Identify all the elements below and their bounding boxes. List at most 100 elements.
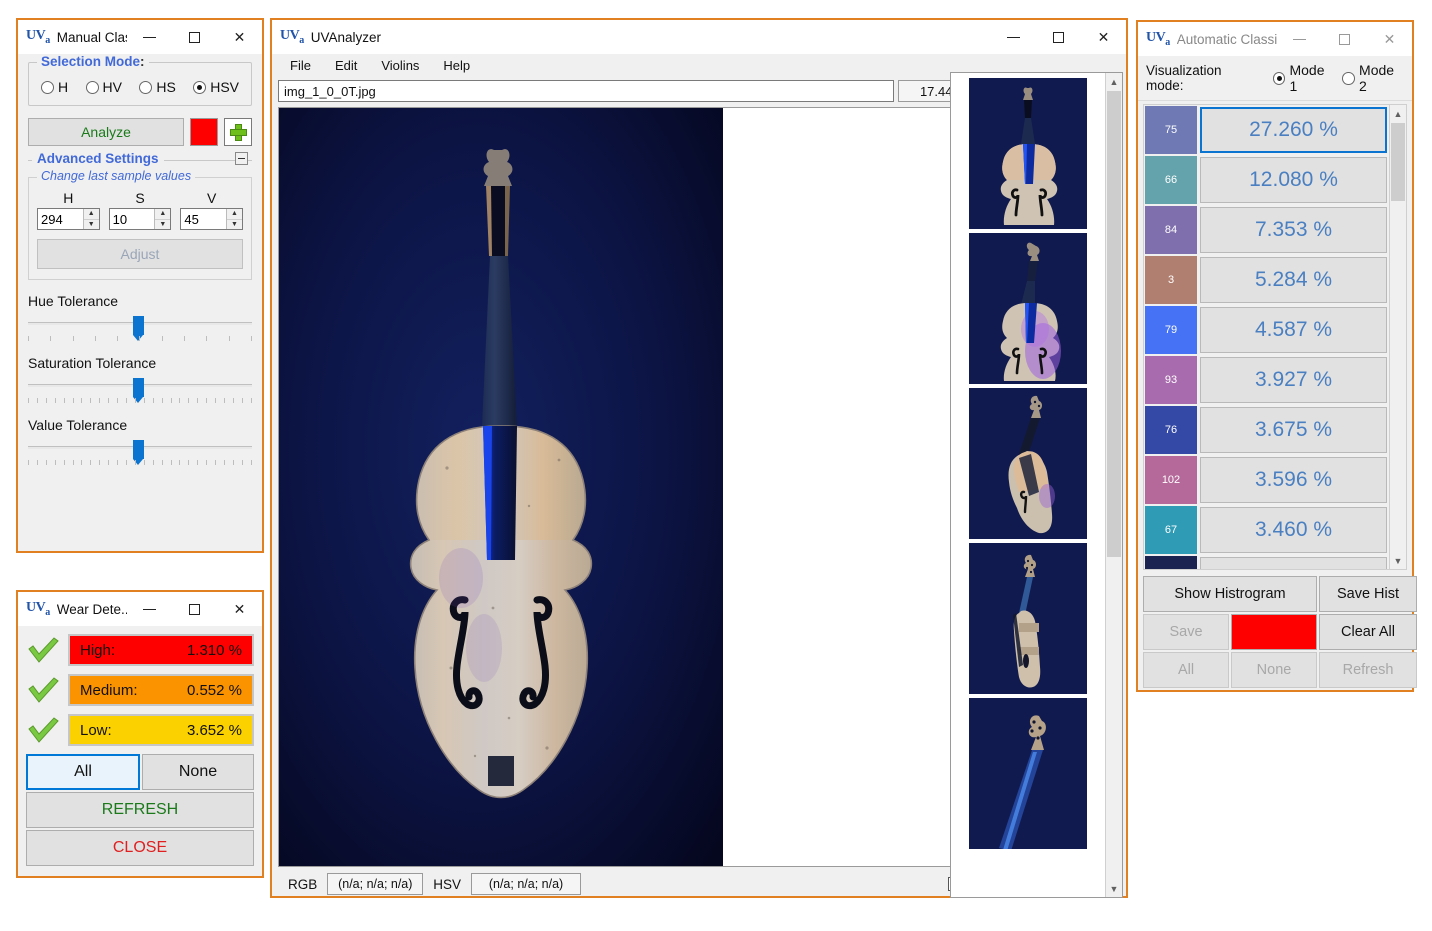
value-stepper[interactable]: ▲▼ bbox=[180, 208, 244, 230]
filename-field[interactable]: img_1_0_0T.jpg bbox=[278, 80, 894, 102]
class-color-swatch[interactable]: 67 bbox=[1145, 506, 1197, 554]
maximize-button[interactable] bbox=[172, 20, 217, 54]
classification-row[interactable]: 75 27.260 % bbox=[1144, 105, 1389, 155]
maximize-button[interactable] bbox=[1036, 20, 1081, 54]
close-button[interactable]: ✕ bbox=[1081, 20, 1126, 54]
radio-hv[interactable]: HV bbox=[85, 79, 122, 95]
scroll-thumb[interactable] bbox=[1391, 123, 1405, 201]
radio-mode-1[interactable]: Mode 1 bbox=[1272, 62, 1335, 94]
thumbnail-panel[interactable]: ▲ ▼ bbox=[950, 72, 1123, 898]
hue-tolerance-slider[interactable] bbox=[28, 316, 252, 342]
show-histogram-button[interactable]: Show Histrogram bbox=[1143, 576, 1317, 612]
class-percentage[interactable]: 4.587 % bbox=[1200, 307, 1387, 353]
class-color-swatch[interactable]: 66 bbox=[1145, 156, 1197, 204]
class-percentage[interactable]: 12.080 % bbox=[1200, 157, 1387, 203]
save-hist-button[interactable]: Save Hist bbox=[1319, 576, 1417, 612]
slider-thumb[interactable] bbox=[133, 378, 145, 403]
classification-row[interactable]: 102 3.596 % bbox=[1144, 455, 1389, 505]
class-percentage[interactable] bbox=[1200, 557, 1387, 569]
wear-bar-low[interactable]: Low: 3.652 % bbox=[68, 714, 254, 746]
minimize-button[interactable] bbox=[991, 20, 1036, 54]
classification-row[interactable]: 84 7.353 % bbox=[1144, 205, 1389, 255]
class-color-swatch[interactable]: 75 bbox=[1145, 106, 1197, 154]
checkmark-icon[interactable] bbox=[26, 675, 60, 705]
thumbnail-violin-front[interactable] bbox=[968, 77, 1088, 230]
menu-violins[interactable]: Violins bbox=[381, 58, 419, 73]
classification-row[interactable]: 79 4.587 % bbox=[1144, 305, 1389, 355]
class-color-swatch[interactable]: 93 bbox=[1145, 356, 1197, 404]
current-color-swatch[interactable] bbox=[190, 118, 218, 146]
menu-edit[interactable]: Edit bbox=[335, 58, 357, 73]
classification-row[interactable] bbox=[1144, 555, 1389, 569]
analyze-button[interactable]: Analyze bbox=[28, 118, 184, 146]
value-input[interactable] bbox=[181, 209, 227, 229]
close-button[interactable]: ✕ bbox=[217, 20, 262, 54]
checkmark-icon[interactable] bbox=[26, 715, 60, 745]
scroll-thumb[interactable] bbox=[1107, 91, 1121, 557]
select-all-button[interactable]: All bbox=[1143, 652, 1229, 688]
scroll-up-icon[interactable]: ▲ bbox=[1390, 105, 1406, 122]
class-percentage[interactable]: 3.675 % bbox=[1200, 407, 1387, 453]
classification-row[interactable]: 66 12.080 % bbox=[1144, 155, 1389, 205]
radio-hsv[interactable]: HSV bbox=[193, 79, 239, 95]
thumbnail-violin-side[interactable] bbox=[968, 542, 1088, 695]
class-color-swatch[interactable]: 3 bbox=[1145, 256, 1197, 304]
class-color-swatch[interactable]: 79 bbox=[1145, 306, 1197, 354]
scroll-down-icon[interactable]: ▼ bbox=[1106, 880, 1122, 897]
class-percentage[interactable]: 27.260 % bbox=[1200, 107, 1387, 153]
class-percentage[interactable]: 3.927 % bbox=[1200, 357, 1387, 403]
checkmark-icon[interactable] bbox=[26, 635, 60, 665]
saturation-stepper[interactable]: ▲▼ bbox=[108, 208, 172, 230]
close-button[interactable]: ✕ bbox=[217, 592, 262, 626]
class-percentage[interactable]: 5.284 % bbox=[1200, 257, 1387, 303]
violin-image[interactable] bbox=[279, 108, 723, 866]
close-wear-button[interactable]: CLOSE bbox=[26, 830, 254, 866]
classification-vertical-scrollbar[interactable]: ▲ ▼ bbox=[1389, 105, 1406, 569]
class-color-swatch[interactable]: 84 bbox=[1145, 206, 1197, 254]
wear-bar-medium[interactable]: Medium: 0.552 % bbox=[68, 674, 254, 706]
thumbnail-violin-front-glow[interactable] bbox=[968, 232, 1088, 385]
class-color-swatch[interactable]: 76 bbox=[1145, 406, 1197, 454]
class-percentage[interactable]: 7.353 % bbox=[1200, 207, 1387, 253]
minimize-button[interactable] bbox=[127, 20, 172, 54]
minimize-button[interactable] bbox=[127, 592, 172, 626]
slider-thumb[interactable] bbox=[133, 440, 145, 465]
saturation-input[interactable] bbox=[109, 209, 155, 229]
close-button[interactable]: ✕ bbox=[1367, 22, 1412, 56]
select-all-button[interactable]: All bbox=[26, 754, 140, 790]
value-tolerance-slider[interactable] bbox=[28, 440, 252, 466]
classification-row[interactable]: 67 3.460 % bbox=[1144, 505, 1389, 555]
saturation-spin-buttons[interactable]: ▲ ▼ bbox=[154, 209, 171, 229]
classification-row[interactable]: 93 3.927 % bbox=[1144, 355, 1389, 405]
value-spin-buttons[interactable]: ▲ ▼ bbox=[226, 209, 243, 229]
class-percentage[interactable]: 3.596 % bbox=[1200, 457, 1387, 503]
thumbnail-violin-angled[interactable] bbox=[968, 387, 1088, 540]
select-none-button[interactable]: None bbox=[1231, 652, 1317, 688]
class-color-swatch[interactable] bbox=[1145, 556, 1197, 569]
radio-mode-2[interactable]: Mode 2 bbox=[1342, 62, 1404, 94]
save-button[interactable]: Save bbox=[1143, 614, 1229, 650]
scroll-down-icon[interactable]: ▼ bbox=[1390, 552, 1406, 569]
class-color-swatch[interactable]: 102 bbox=[1145, 456, 1197, 504]
classification-row[interactable]: 3 5.284 % bbox=[1144, 255, 1389, 305]
hue-input[interactable] bbox=[38, 209, 83, 229]
slider-thumb[interactable] bbox=[133, 316, 145, 341]
adjust-button[interactable]: Adjust bbox=[37, 239, 243, 269]
classification-row[interactable]: 76 3.675 % bbox=[1144, 405, 1389, 455]
wear-bar-high[interactable]: High: 1.310 % bbox=[68, 634, 254, 666]
thumbnail-violin-scroll[interactable] bbox=[968, 697, 1088, 850]
refresh-button[interactable]: REFRESH bbox=[26, 792, 254, 828]
menu-help[interactable]: Help bbox=[443, 58, 470, 73]
minimize-button[interactable] bbox=[1277, 22, 1322, 56]
add-sample-button[interactable] bbox=[224, 118, 252, 146]
hue-spin-buttons[interactable]: ▲ ▼ bbox=[82, 209, 99, 229]
clear-all-button[interactable]: Clear All bbox=[1319, 614, 1417, 650]
saturation-tolerance-slider[interactable] bbox=[28, 378, 252, 404]
menu-file[interactable]: File bbox=[290, 58, 311, 73]
thumbnail-vertical-scrollbar[interactable]: ▲ ▼ bbox=[1105, 73, 1122, 897]
radio-h[interactable]: H bbox=[41, 79, 68, 95]
hue-stepper[interactable]: ▲▼ bbox=[37, 208, 100, 230]
selected-color-swatch[interactable] bbox=[1231, 614, 1317, 650]
class-percentage[interactable]: 3.460 % bbox=[1200, 507, 1387, 553]
select-none-button[interactable]: None bbox=[142, 754, 254, 790]
